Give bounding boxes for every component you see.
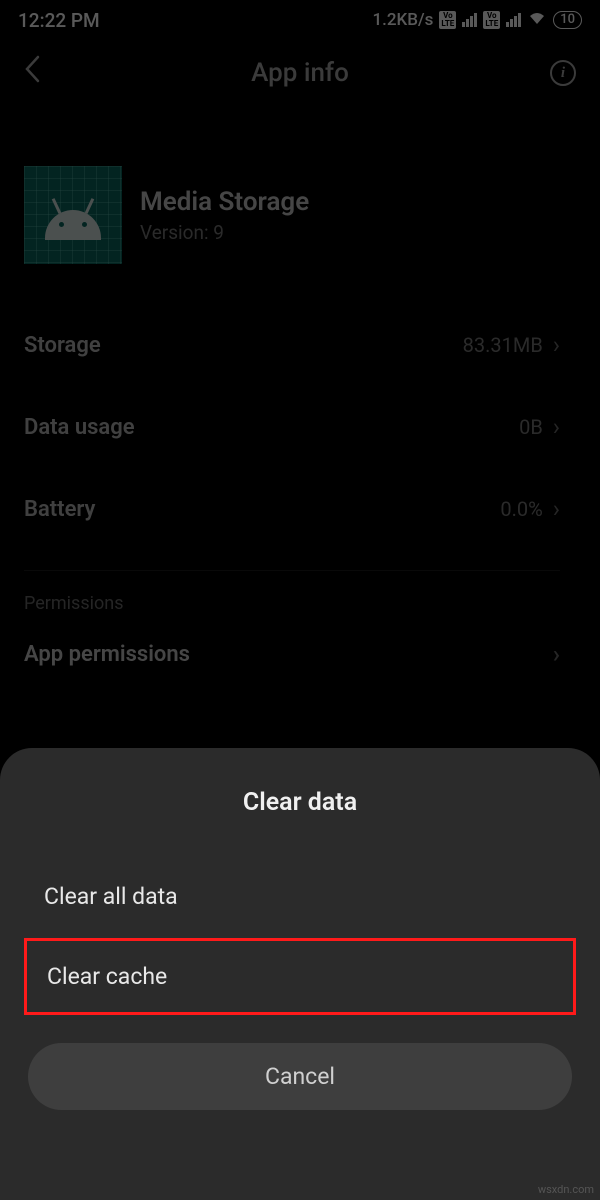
row-label: Storage: [24, 333, 101, 358]
content: Media Storage Version: 9 Storage 83.31MB…: [0, 106, 600, 668]
battery-icon: 10: [553, 11, 582, 29]
row-app-permissions[interactable]: App permissions ›: [24, 640, 560, 668]
app-version: Version: 9: [140, 221, 309, 244]
status-time: 12:22 PM: [18, 9, 100, 32]
section-permissions: Permissions: [24, 593, 560, 614]
row-storage[interactable]: Storage 83.31MB ›: [24, 304, 560, 386]
row-value: 0B: [519, 415, 543, 439]
signal-icon-2: [506, 13, 521, 27]
page-header: App info i: [0, 40, 600, 106]
watermark: wsxdn.com: [538, 1183, 594, 1196]
app-header: Media Storage Version: 9: [24, 106, 560, 304]
chevron-right-icon: ›: [553, 331, 560, 359]
back-button[interactable]: [24, 55, 40, 91]
clear-cache-option[interactable]: Clear cache: [24, 938, 576, 1015]
page-title: App info: [251, 58, 349, 88]
app-icon: [24, 166, 122, 264]
info-icon[interactable]: i: [550, 60, 576, 86]
cancel-button[interactable]: Cancel: [28, 1043, 572, 1110]
row-label: Data usage: [24, 415, 135, 440]
row-data-usage[interactable]: Data usage 0B ›: [24, 386, 560, 468]
net-speed: 1.2KB/s: [373, 10, 434, 30]
clear-data-sheet: Clear data Clear all data Clear cache Ca…: [0, 748, 600, 1200]
row-label: Battery: [24, 497, 95, 522]
clear-all-data-option[interactable]: Clear all data: [24, 861, 576, 932]
sheet-title: Clear data: [28, 788, 572, 817]
chevron-right-icon: ›: [553, 640, 560, 668]
app-name: Media Storage: [140, 187, 309, 217]
divider: [24, 570, 560, 571]
row-battery[interactable]: Battery 0.0% ›: [24, 468, 560, 550]
signal-icon-1: [462, 13, 477, 27]
app-meta: Media Storage Version: 9: [140, 187, 309, 244]
android-icon: [45, 210, 101, 240]
wifi-icon: [527, 10, 547, 31]
volte-icon-2: VoLTE: [483, 11, 500, 29]
row-value: 0.0%: [500, 497, 542, 521]
chevron-right-icon: ›: [553, 495, 560, 523]
status-right: 1.2KB/s VoLTE VoLTE 10: [373, 10, 583, 31]
row-label: App permissions: [24, 642, 190, 667]
volte-icon-1: VoLTE: [439, 11, 456, 29]
dimmed-background: 12:22 PM 1.2KB/s VoLTE VoLTE 10 App info…: [0, 0, 600, 668]
status-bar: 12:22 PM 1.2KB/s VoLTE VoLTE 10: [0, 0, 600, 40]
row-value: 83.31MB: [463, 333, 543, 357]
chevron-right-icon: ›: [553, 413, 560, 441]
